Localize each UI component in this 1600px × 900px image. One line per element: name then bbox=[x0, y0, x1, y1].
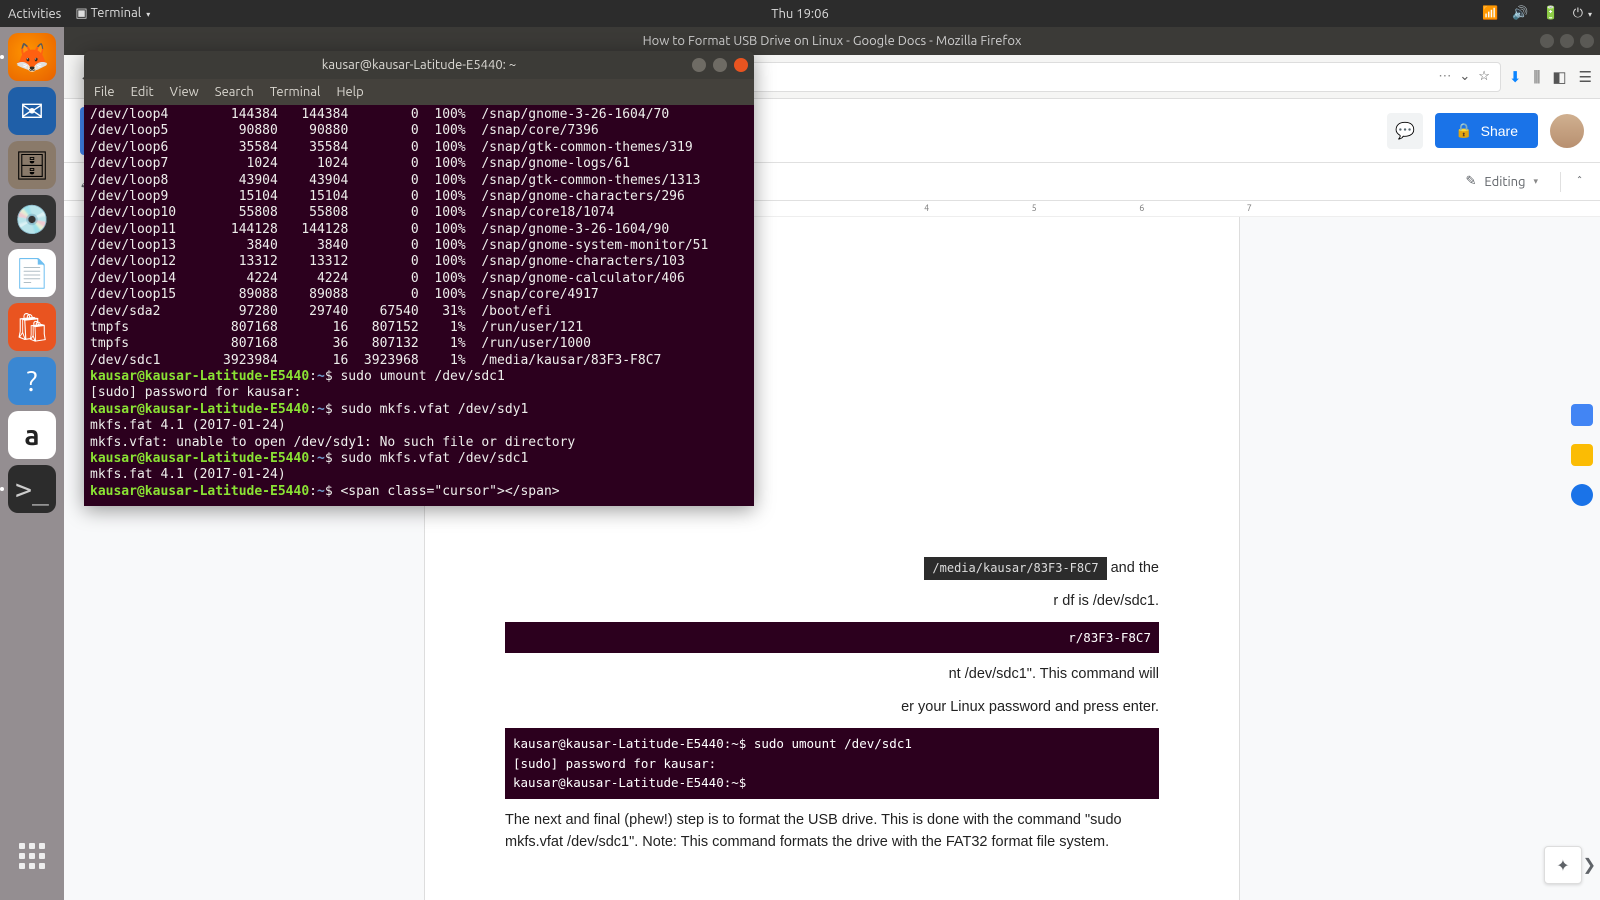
menu-search[interactable]: Search bbox=[215, 85, 254, 99]
terminal-window: kausar@kausar-Latitude-E5440: ~ File Edi… bbox=[84, 51, 754, 506]
power-menu-icon[interactable]: ⏻ ▾ bbox=[1573, 6, 1592, 21]
mode-selector[interactable]: ✎ Editing ▾ bbox=[1452, 174, 1553, 189]
dock-amazon[interactable]: a bbox=[8, 411, 56, 459]
dock-software[interactable]: 🛍 bbox=[8, 303, 56, 351]
pencil-icon: ✎ bbox=[1466, 174, 1477, 189]
gnome-topbar: Activities ▣ Terminal ▾ Thu 19:06 📶 🔊 🔋 … bbox=[0, 0, 1600, 27]
dock-firefox[interactable]: 🦊 bbox=[8, 33, 56, 81]
show-applications-button[interactable] bbox=[8, 832, 56, 880]
page-actions-icon[interactable]: ⋯ bbox=[1438, 69, 1451, 84]
side-panel bbox=[1564, 392, 1600, 506]
doc-line: r df is /dev/sdc1. bbox=[505, 590, 1159, 612]
firefox-title: How to Format USB Drive on Linux - Googl… bbox=[643, 34, 1022, 48]
editing-label: Editing bbox=[1484, 175, 1525, 189]
wifi-icon[interactable]: 📶 bbox=[1482, 6, 1498, 21]
dock-rhythmbox[interactable]: 💿 bbox=[8, 195, 56, 243]
doc-line: nt /dev/sdc1". This command will bbox=[505, 663, 1159, 685]
keep-addon-icon[interactable] bbox=[1571, 444, 1593, 466]
volume-icon[interactable]: 🔊 bbox=[1512, 6, 1528, 21]
terminal-title: kausar@kausar-Latitude-E5440: ~ bbox=[322, 58, 516, 72]
dock-thunderbird[interactable]: ✉ bbox=[8, 87, 56, 135]
ff-menu-icon[interactable]: ☰ bbox=[1579, 68, 1592, 86]
share-button[interactable]: 🔒 Share bbox=[1435, 113, 1538, 148]
dock-terminal[interactable]: >_ bbox=[8, 465, 56, 513]
comments-button[interactable]: 💬 bbox=[1387, 113, 1423, 149]
doc-line: er your Linux password and press enter. bbox=[505, 696, 1159, 718]
downloads-icon[interactable]: ⬇ bbox=[1509, 68, 1522, 86]
menu-file[interactable]: File bbox=[94, 85, 115, 99]
bookmark-star-icon[interactable]: ☆ bbox=[1478, 69, 1490, 84]
doc-line: /media/kausar/83F3-F8C7 and the bbox=[505, 557, 1159, 580]
calendar-addon-icon[interactable] bbox=[1571, 404, 1593, 426]
term-maximize-button[interactable] bbox=[713, 58, 727, 72]
activities-button[interactable]: Activities bbox=[8, 7, 61, 21]
show-side-panel-icon[interactable]: ❯ bbox=[1583, 855, 1596, 874]
battery-icon[interactable]: 🔋 bbox=[1543, 6, 1559, 21]
tasks-addon-icon[interactable] bbox=[1571, 484, 1593, 506]
ff-minimize-button[interactable] bbox=[1540, 34, 1554, 48]
ff-close-button[interactable] bbox=[1580, 34, 1594, 48]
app-menu[interactable]: ▣ Terminal ▾ bbox=[75, 6, 150, 21]
menu-view[interactable]: View bbox=[170, 85, 199, 99]
avatar[interactable] bbox=[1550, 114, 1584, 148]
lock-icon: 🔒 bbox=[1455, 122, 1472, 139]
share-label: Share bbox=[1481, 123, 1518, 139]
terminal-body[interactable]: /dev/loop4 144384 144384 0 100% /snap/gn… bbox=[84, 105, 754, 506]
doc-terminal-image: r/83F3-F8C7 bbox=[505, 622, 1159, 653]
collapse-toolbar-icon[interactable]: ˆ bbox=[1569, 175, 1590, 189]
sidebar-icon[interactable]: ◧ bbox=[1552, 68, 1566, 86]
menu-terminal[interactable]: Terminal bbox=[270, 85, 321, 99]
library-icon[interactable]: ⫼ bbox=[1533, 68, 1540, 86]
term-close-button[interactable] bbox=[734, 58, 748, 72]
dock-help[interactable]: ? bbox=[8, 357, 56, 405]
menu-edit[interactable]: Edit bbox=[131, 85, 154, 99]
menu-help[interactable]: Help bbox=[336, 85, 363, 99]
doc-terminal-image: kausar@kausar-Latitude-E5440:~$ sudo umo… bbox=[505, 728, 1159, 798]
ubuntu-dock: 🦊 ✉ 🗄 💿 📄 🛍 ? a >_ bbox=[0, 27, 64, 900]
dock-libreoffice[interactable]: 📄 bbox=[8, 249, 56, 297]
terminal-menubar: File Edit View Search Terminal Help bbox=[84, 79, 754, 105]
explore-button[interactable]: ✦ bbox=[1544, 846, 1582, 884]
ff-maximize-button[interactable] bbox=[1560, 34, 1574, 48]
dock-files[interactable]: 🗄 bbox=[8, 141, 56, 189]
pocket-icon[interactable]: ⌄ bbox=[1459, 69, 1470, 84]
clock[interactable]: Thu 19:06 bbox=[771, 7, 829, 21]
doc-paragraph: The next and final (phew!) step is to fo… bbox=[505, 809, 1159, 854]
term-minimize-button[interactable] bbox=[692, 58, 706, 72]
terminal-titlebar[interactable]: kausar@kausar-Latitude-E5440: ~ bbox=[84, 51, 754, 79]
